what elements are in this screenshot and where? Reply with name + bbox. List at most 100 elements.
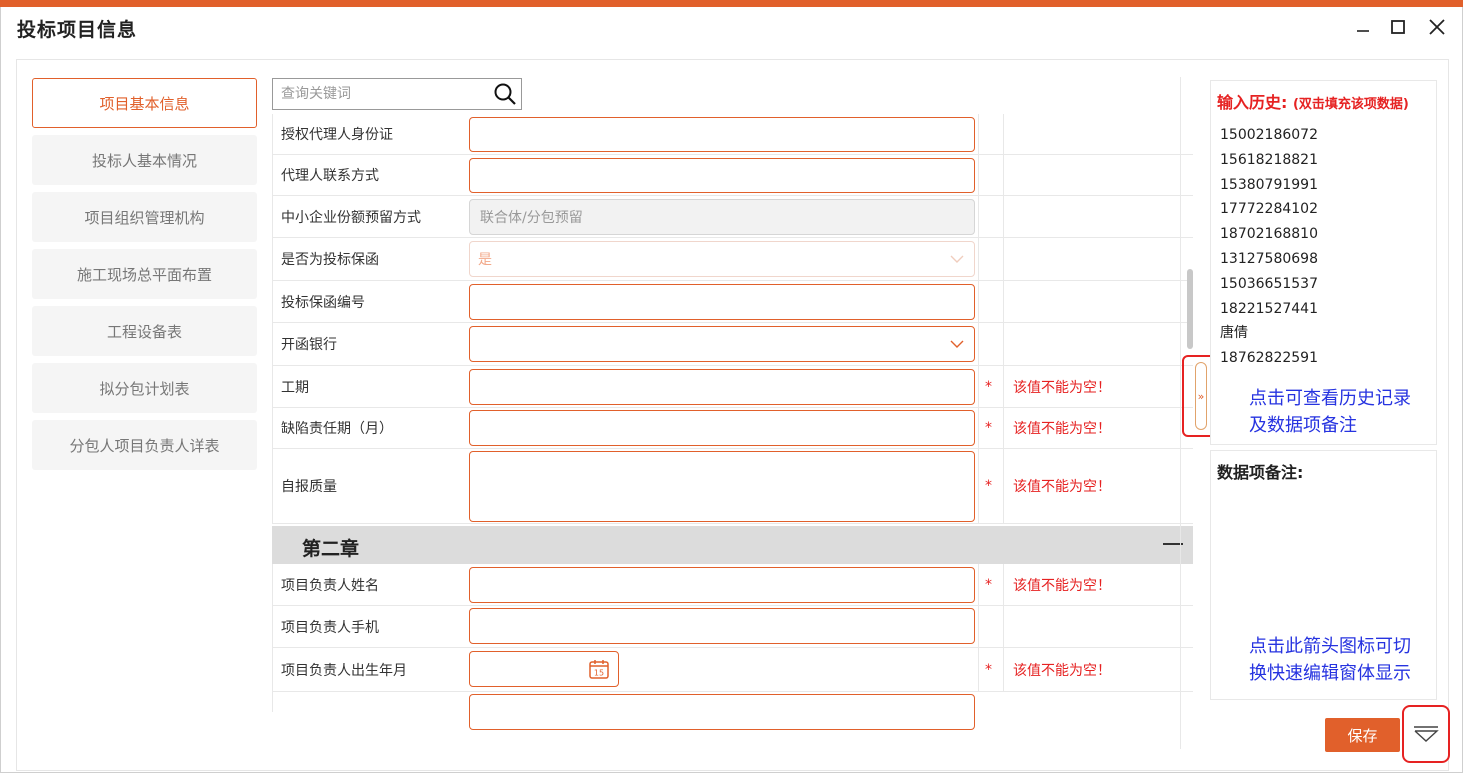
agent-id-input[interactable]	[469, 117, 975, 152]
column-divider	[978, 238, 979, 280]
select-value: 是	[478, 252, 492, 268]
form-row: 自报质量 * 该值不能为空！	[272, 449, 1193, 524]
history-title-text: 输入历史:	[1217, 93, 1288, 112]
history-item[interactable]: 15002186072	[1220, 123, 1318, 148]
nav-item-label: 项目基本信息	[99, 94, 190, 113]
column-divider	[978, 323, 979, 365]
error-message: 该值不能为空！	[1013, 479, 1111, 495]
lead-name-input[interactable]	[469, 567, 975, 603]
history-item[interactable]: 17772284102	[1220, 197, 1318, 222]
nav-item-subcontract-plan[interactable]: 拟分包计划表	[32, 363, 257, 413]
triangle-down-icon	[1414, 726, 1439, 742]
field-label: 缺陷责任期（月）	[281, 421, 393, 437]
error-message: 该值不能为空！	[1013, 577, 1111, 594]
close-button[interactable]	[1425, 15, 1449, 39]
nav-item-label: 拟分包计划表	[99, 379, 190, 398]
bid-guarantee-select[interactable]: 是	[469, 241, 975, 277]
nav-item-organization[interactable]: 项目组织管理机构	[32, 192, 257, 242]
form-row: 工期 * 该值不能为空！	[272, 366, 1193, 408]
search-icon	[494, 83, 516, 105]
annotation-line: 及数据项备注	[1249, 415, 1357, 436]
minimize-icon	[1357, 30, 1369, 32]
column-divider	[1003, 564, 1004, 605]
column-divider	[1003, 408, 1004, 448]
column-divider	[978, 449, 979, 523]
quality-textarea[interactable]	[469, 451, 975, 522]
column-divider	[978, 155, 979, 195]
search-box	[272, 78, 522, 110]
search-input[interactable]	[273, 79, 483, 109]
scrollbar-thumb[interactable]	[1187, 269, 1193, 349]
annotation-line: 点击可查看历史记录	[1249, 388, 1411, 409]
form-row	[272, 692, 1193, 730]
annotation-line: 点击此箭头图标可切	[1249, 636, 1411, 657]
history-item[interactable]: 13127580698	[1220, 247, 1318, 272]
history-item[interactable]: 15618218821	[1220, 148, 1318, 173]
nav-item-label: 分包人项目负责人详表	[69, 436, 220, 455]
field-label: 项目负责人手机	[281, 619, 379, 636]
maximize-icon	[1391, 20, 1405, 34]
history-list: 15002186072 15618218821 15380791991 1777…	[1220, 123, 1318, 371]
history-item[interactable]: 18762822591	[1220, 346, 1318, 371]
form-row: 缺陷责任期（月） * 该值不能为空！	[272, 408, 1193, 449]
field-label: 代理人联系方式	[281, 168, 379, 184]
close-icon	[1429, 19, 1445, 35]
save-button[interactable]: 保存	[1325, 718, 1400, 752]
double-chevron-right-icon[interactable]: »	[1195, 362, 1207, 430]
nav-item-site-layout[interactable]: 施工现场总平面布置	[32, 249, 257, 299]
lead-birth-date-input[interactable]: 15	[469, 651, 619, 687]
history-item[interactable]: 18702168810	[1220, 222, 1318, 247]
section-nav: 项目基本信息 投标人基本情况 项目组织管理机构 施工现场总平面布置 工程设备表 …	[32, 78, 257, 477]
history-item[interactable]: 15380791991	[1220, 173, 1318, 198]
calendar-icon[interactable]: 15	[588, 658, 610, 680]
required-mark: *	[985, 420, 992, 436]
quick-edit-switch-button[interactable]	[1402, 705, 1450, 763]
defect-period-input[interactable]	[469, 410, 975, 446]
nav-item-equipment[interactable]: 工程设备表	[32, 306, 257, 356]
chapter-header[interactable]: 第二章	[272, 526, 1193, 564]
column-divider	[1003, 238, 1004, 280]
annotation-history-hint: 点击可查看历史记录 及数据项备注	[1249, 385, 1411, 439]
nav-item-label: 项目组织管理机构	[84, 208, 205, 227]
guarantee-number-input[interactable]	[469, 284, 975, 320]
column-divider	[978, 408, 979, 448]
history-item[interactable]: 18221527441	[1220, 297, 1318, 322]
column-divider	[978, 366, 979, 407]
history-item[interactable]: 15036651537	[1220, 272, 1318, 297]
chevron-down-icon	[950, 340, 964, 348]
agent-contact-input[interactable]	[469, 158, 975, 193]
nav-item-subcontractor-lead[interactable]: 分包人项目负责人详表	[32, 420, 257, 470]
search-button[interactable]	[493, 82, 517, 106]
form-row: 代理人联系方式	[272, 155, 1193, 196]
error-message: 该值不能为空！	[1013, 662, 1111, 679]
form-row: 是否为投标保函 是	[272, 238, 1193, 281]
required-mark: *	[985, 378, 992, 395]
title-bar: 投标项目信息	[1, 7, 1462, 45]
column-divider	[978, 196, 979, 237]
maximize-button[interactable]	[1386, 15, 1410, 39]
history-subtitle: (双击填充该项数据)	[1292, 97, 1409, 112]
form-scroll-area: 授权代理人身份证 代理人联系方式 中小企业份额预留方式 联合体/分包预留 是否为…	[272, 114, 1193, 746]
field-label: 开函银行	[281, 337, 337, 353]
nav-item-label: 施工现场总平面布置	[76, 265, 212, 284]
calendar-day: 15	[594, 669, 604, 678]
required-mark: *	[985, 478, 992, 494]
column-divider	[1003, 648, 1004, 691]
form-row: 授权代理人身份证	[272, 114, 1193, 155]
nav-item-project-basic[interactable]: 项目基本信息	[32, 78, 257, 128]
annotation-line: 换快速编辑窗体显示	[1249, 663, 1411, 684]
required-mark: *	[985, 576, 992, 593]
next-field-input[interactable]	[469, 694, 975, 730]
form-row: 中小企业份额预留方式 联合体/分包预留	[272, 196, 1193, 238]
duration-input[interactable]	[469, 369, 975, 405]
lead-phone-input[interactable]	[469, 608, 975, 644]
dialog-window: 投标项目信息 项目基本信息 投标人基本情况 项目组织管理机构 施工现场总平面布置…	[0, 7, 1463, 773]
nav-item-bidder-basic[interactable]: 投标人基本情况	[32, 135, 257, 185]
history-item[interactable]: 唐倩	[1220, 321, 1318, 346]
field-label: 投标保函编号	[281, 294, 365, 311]
minimize-button[interactable]	[1351, 15, 1375, 39]
column-divider	[1003, 449, 1004, 523]
issuing-bank-select[interactable]	[469, 326, 975, 362]
notes-title: 数据项备注:	[1217, 463, 1304, 482]
history-title: 输入历史: (双击填充该项数据)	[1217, 89, 1409, 113]
